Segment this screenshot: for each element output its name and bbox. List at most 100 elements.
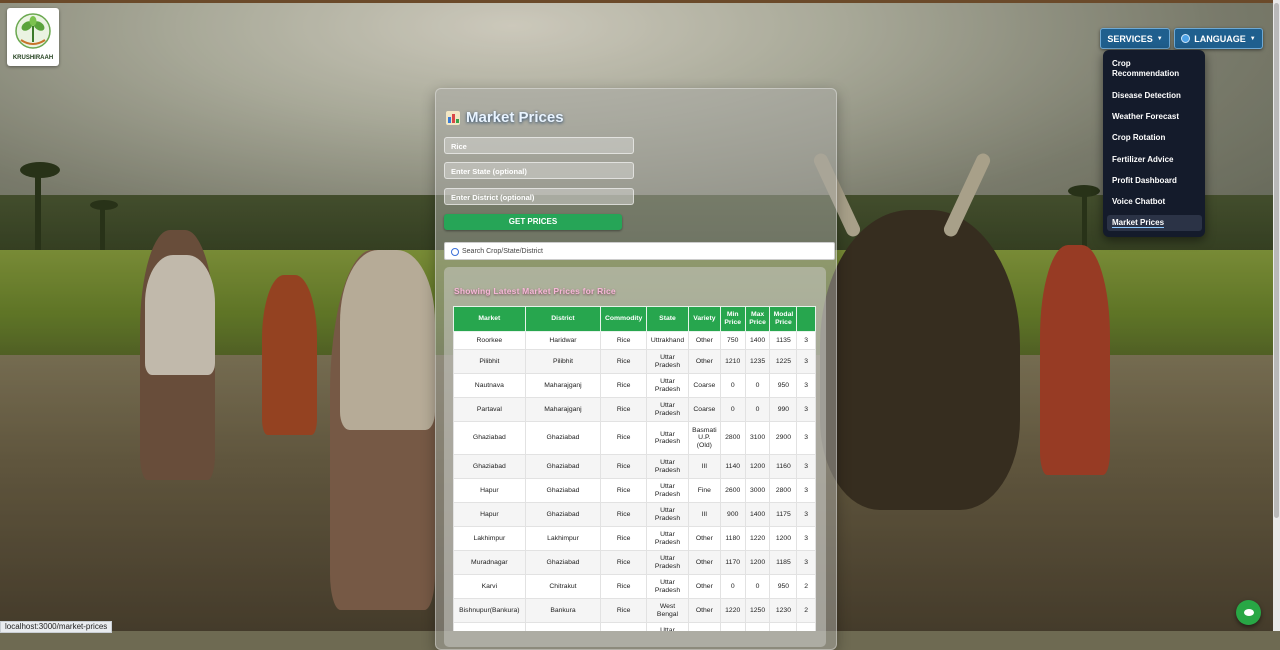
col-header-state[interactable]: State — [646, 306, 689, 332]
col-header-district[interactable]: District — [524, 306, 602, 332]
cell-variety: III — [687, 454, 721, 479]
cell-date: 3 — [796, 526, 816, 551]
table-row: Hapur Ghaziabad Rice Uttar Pradesh III 900 140… — [453, 502, 816, 527]
cell-state: Uttar Pradesh — [646, 421, 689, 455]
district-input[interactable]: Enter District (optional) — [444, 188, 634, 205]
cell-commodity: Rice — [600, 598, 648, 623]
chevron-down-icon: ▼ — [1249, 35, 1256, 42]
col-header-commodity[interactable]: Commodity — [600, 306, 648, 332]
cell-state: Uttar Pradesh — [646, 502, 689, 527]
services-button[interactable]: SERVICES ▼ — [1100, 28, 1170, 49]
get-prices-button[interactable]: GET PRICES — [444, 214, 622, 230]
col-header-max-price[interactable]: Max Price — [744, 306, 771, 332]
col-header-min-price[interactable]: Min Price — [719, 306, 746, 332]
menu-item-crop-rotation[interactable]: Crop Rotation — [1112, 133, 1199, 143]
cell-variety: Coarse — [687, 373, 721, 398]
cell-state: Uttar Pradesh — [646, 550, 689, 575]
cell-date: 3 — [796, 331, 816, 350]
cell-modal-price: 1135 — [769, 331, 798, 350]
prices-table: Market District Commodity State Variety … — [453, 306, 816, 631]
cell-state: Uttar Pradesh — [646, 574, 689, 599]
cell-modal-price: 990 — [769, 397, 798, 422]
cell-commodity: Rice — [600, 502, 648, 527]
cell-state: Uttrakhand — [646, 331, 689, 350]
menu-item-market-prices[interactable]: Market Prices — [1107, 215, 1202, 231]
page-scrollbar[interactable] — [1273, 0, 1280, 631]
cell-market: Hapur — [453, 502, 526, 527]
cell-market: Lakhimpur — [453, 526, 526, 551]
search-input[interactable]: Search Crop/State/District — [444, 242, 835, 260]
cell-district: Pilibhit — [524, 349, 602, 374]
cell-state: Uttar Pradesh — [646, 622, 689, 631]
language-label: LANGUAGE — [1194, 33, 1246, 44]
state-input[interactable]: Enter State (optional) — [444, 162, 634, 179]
cell-state: West Bengal — [646, 598, 689, 623]
cell-min-price: 1220 — [719, 598, 746, 623]
globe-icon — [1181, 34, 1191, 43]
cell-variety: Other — [687, 349, 721, 374]
menu-item-weather-forecast[interactable]: Weather Forecast — [1112, 112, 1199, 122]
cell-min-price: 0 — [719, 574, 746, 599]
cell-district: Chitrakut — [524, 574, 602, 599]
col-header-variety[interactable]: Variety — [687, 306, 721, 332]
cell-commodity: Rice — [600, 622, 648, 631]
services-label: SERVICES — [1107, 33, 1153, 44]
cell-district: Lakhimpur — [524, 526, 602, 551]
cell-modal-price: 950 — [769, 373, 798, 398]
cell-commodity: Rice — [600, 454, 648, 479]
table-header-row: Market District Commodity State Variety … — [453, 306, 816, 332]
cell-market: Ghaziabad — [453, 454, 526, 479]
cell-variety: Other — [687, 550, 721, 575]
cell-variety: III — [687, 622, 721, 631]
plant-logo-icon — [15, 13, 51, 49]
cell-state: Uttar Pradesh — [646, 454, 689, 479]
menu-item-voice-chatbot[interactable]: Voice Chatbot — [1112, 197, 1199, 207]
table-row: Partaval Maharajganj Rice Uttar Pradesh Coar… — [453, 397, 816, 422]
cell-min-price: 1170 — [719, 550, 746, 575]
commodity-input[interactable]: Rice — [444, 137, 634, 154]
scrollbar-thumb[interactable] — [1274, 3, 1279, 518]
language-button[interactable]: LANGUAGE ▼ — [1174, 28, 1263, 49]
cell-date: 3 — [796, 349, 816, 374]
cell-date: 2 — [796, 622, 816, 631]
cell-max-price: 1220 — [744, 526, 771, 551]
cell-state: Uttar Pradesh — [646, 526, 689, 551]
chat-button[interactable] — [1236, 600, 1261, 625]
cell-commodity: Rice — [600, 373, 648, 398]
chevron-down-icon: ▼ — [1156, 35, 1163, 42]
cell-min-price: 2800 — [719, 421, 746, 455]
menu-item-profit-dashboard[interactable]: Profit Dashboard — [1112, 176, 1199, 186]
col-header-date[interactable] — [796, 306, 816, 332]
cell-district: Haridwar — [524, 331, 602, 350]
col-header-market[interactable]: Market — [453, 306, 526, 332]
menu-item-fertilizer-advice[interactable]: Fertilizer Advice — [1112, 155, 1199, 165]
cell-state: Uttar Pradesh — [646, 397, 689, 422]
cell-min-price: 1180 — [719, 526, 746, 551]
cell-market: Unnao — [453, 622, 526, 631]
cell-variety: Coarse — [687, 397, 721, 422]
cell-variety: Other — [687, 526, 721, 551]
cell-district: Maharajganj — [524, 397, 602, 422]
cell-state: Uttar Pradesh — [646, 349, 689, 374]
table-row: Muradnagar Ghaziabad Rice Uttar Pradesh Othe… — [453, 550, 816, 575]
cell-commodity: Rice — [600, 550, 648, 575]
cell-variety: Fine — [687, 478, 721, 503]
col-header-modal-price[interactable]: Modal Price — [769, 306, 798, 332]
cell-commodity: Rice — [600, 526, 648, 551]
cell-market: Pilibhit — [453, 349, 526, 374]
prices-table-container[interactable]: Market District Commodity State Variety … — [453, 306, 816, 631]
cell-modal-price: 1230 — [769, 598, 798, 623]
cell-district: Ghaziabad — [524, 421, 602, 455]
menu-item-disease-detection[interactable]: Disease Detection — [1112, 91, 1199, 101]
search-icon — [451, 248, 459, 256]
cell-market: Bishnupur(Bankura) — [453, 598, 526, 623]
cell-market: Nautnava — [453, 373, 526, 398]
cell-min-price: 1210 — [719, 349, 746, 374]
cell-min-price: 2600 — [719, 478, 746, 503]
search-placeholder: Search Crop/State/District — [462, 248, 543, 255]
app-logo[interactable]: KRUSHIRAAH — [7, 8, 59, 66]
cell-commodity: Rice — [600, 421, 648, 455]
menu-item-crop-recommendation[interactable]: Crop Recommendation — [1112, 59, 1199, 79]
table-row: Bishnupur(Bankura) Bankura Rice West Bengal… — [453, 598, 816, 623]
cell-commodity: Rice — [600, 574, 648, 599]
